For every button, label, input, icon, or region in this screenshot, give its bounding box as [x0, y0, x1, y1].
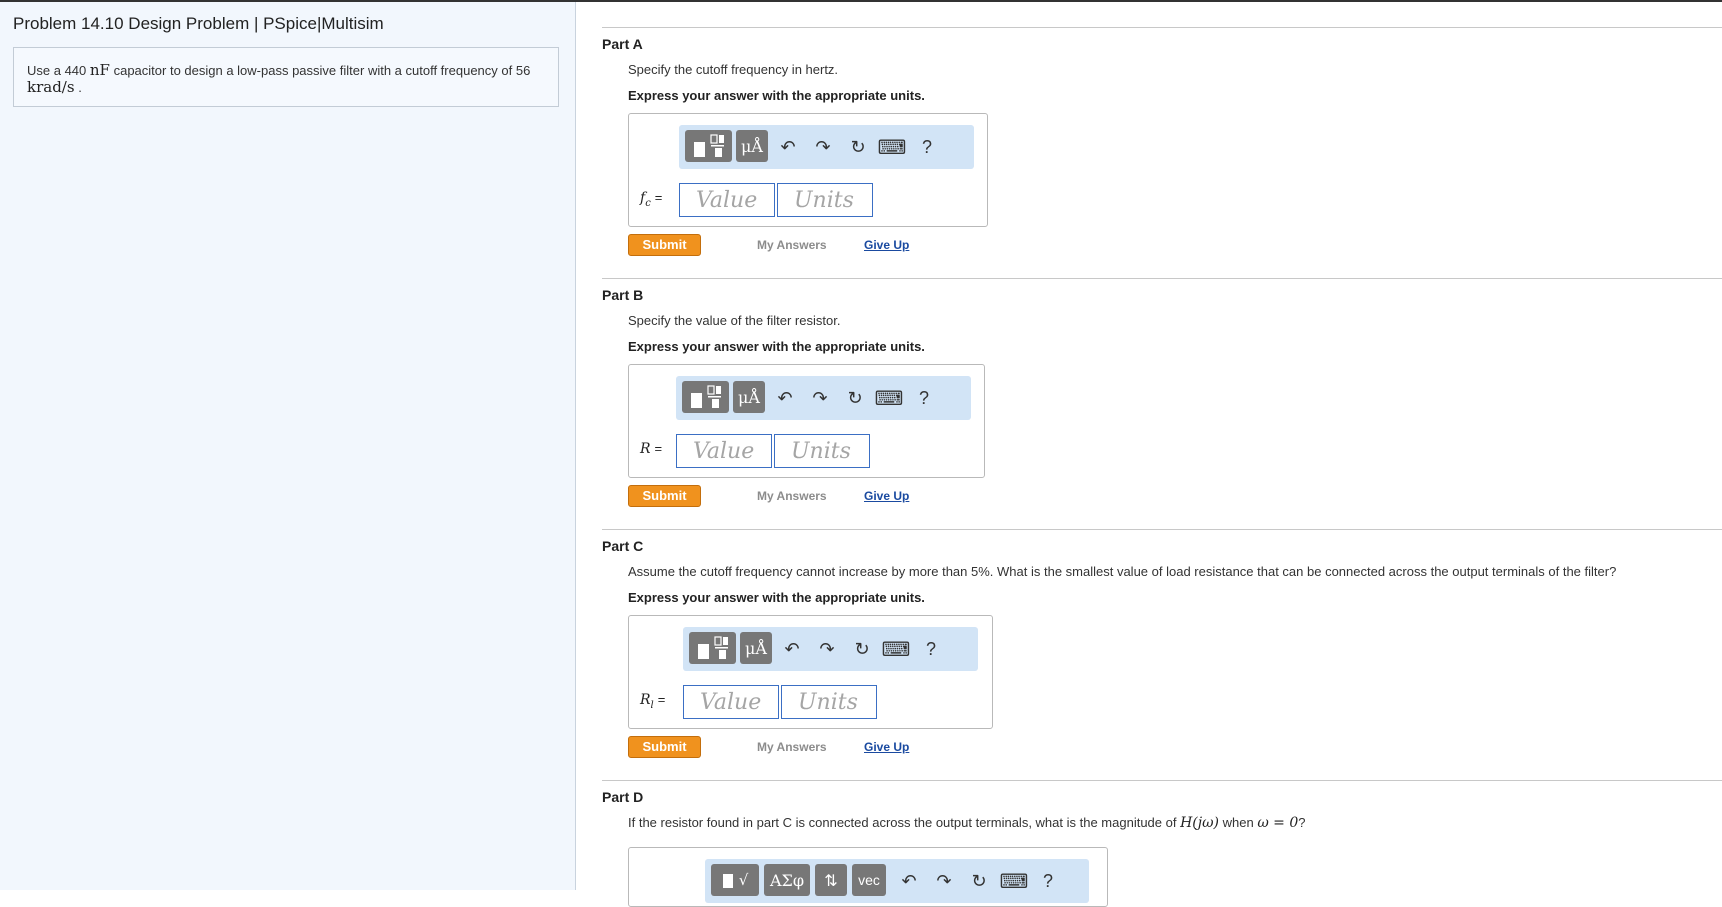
- answer-box: μÅ ↶ ↷ ↻ ⌨ ? R = Value Units: [628, 364, 985, 478]
- templates-button[interactable]: [685, 130, 732, 162]
- templates-icon: [722, 874, 733, 888]
- express-instruction: Express your answer with the appropriate…: [628, 339, 925, 354]
- reset-icon[interactable]: ↻: [842, 385, 868, 411]
- prompt-expression: H(jω): [1180, 815, 1219, 831]
- redo-icon[interactable]: ↷: [931, 868, 957, 894]
- prompt-text: If the resistor found in part C is conne…: [628, 815, 1177, 830]
- undo-icon[interactable]: ↶: [772, 385, 798, 411]
- statement-end: .: [78, 80, 82, 95]
- answer-box: μÅ ↶ ↷ ↻ ⌨ ? Rl = Value Units: [628, 615, 993, 729]
- statement-mid: capacitor to design a low-pass passive f…: [113, 63, 531, 78]
- part-label: Part B: [602, 287, 644, 303]
- part-divider: [602, 529, 1722, 530]
- templates-icon: [693, 134, 724, 157]
- keyboard-icon[interactable]: ⌨: [882, 636, 911, 662]
- answers-pane: Part A Specify the cutoff frequency in h…: [576, 2, 1722, 907]
- problem-title: Problem 14.10 Design Problem | PSpice|Mu…: [13, 14, 384, 33]
- redo-icon[interactable]: ↷: [810, 134, 836, 160]
- help-icon[interactable]: ?: [914, 134, 940, 160]
- undo-icon[interactable]: ↶: [896, 868, 922, 894]
- variable-label: R =: [640, 441, 663, 457]
- variable-symbol: R: [640, 441, 651, 457]
- give-up-link[interactable]: Give Up: [864, 740, 909, 754]
- keyboard-icon[interactable]: ⌨: [878, 134, 907, 160]
- express-instruction: Express your answer with the appropriate…: [628, 88, 925, 103]
- variable-subscript: l: [650, 699, 654, 711]
- math-toolbar: μÅ ↶ ↷ ↻ ⌨ ?: [683, 627, 978, 671]
- part-divider: [602, 278, 1722, 279]
- part-label: Part C: [602, 538, 644, 554]
- my-answers-link[interactable]: My Answers: [757, 489, 827, 503]
- problem-statement: Use a 440 nF capacitor to design a low-p…: [13, 47, 559, 107]
- undo-icon[interactable]: ↶: [779, 636, 805, 662]
- math-toolbar: μÅ ↶ ↷ ↻ ⌨ ?: [676, 376, 971, 420]
- part-prompt: Assume the cutoff frequency cannot incre…: [628, 564, 1617, 579]
- value-input[interactable]: Value: [679, 183, 775, 217]
- keyboard-icon[interactable]: ⌨: [1000, 868, 1029, 894]
- arrows-button[interactable]: ⇅: [815, 864, 847, 896]
- undo-icon[interactable]: ↶: [775, 134, 801, 160]
- reset-icon[interactable]: ↻: [966, 868, 992, 894]
- units-button[interactable]: μÅ: [733, 381, 765, 413]
- units-button[interactable]: μÅ: [736, 130, 768, 162]
- math-toolbar: √ ΑΣφ ⇅ vec ↶ ↷ ↻ ⌨ ?: [705, 859, 1089, 903]
- give-up-link[interactable]: Give Up: [864, 489, 909, 503]
- reset-icon[interactable]: ↻: [845, 134, 871, 160]
- my-answers-link[interactable]: My Answers: [757, 740, 827, 754]
- redo-icon[interactable]: ↷: [807, 385, 833, 411]
- vector-button[interactable]: vec: [852, 864, 886, 896]
- help-icon[interactable]: ?: [918, 636, 944, 662]
- value-input[interactable]: Value: [683, 685, 779, 719]
- variable-symbol: R: [640, 692, 651, 708]
- units-input[interactable]: Units: [777, 183, 873, 217]
- variable-label: Rl =: [640, 692, 666, 711]
- templates-sqrt-button[interactable]: √: [711, 864, 759, 896]
- help-icon[interactable]: ?: [911, 385, 937, 411]
- templates-icon: [697, 636, 728, 659]
- variable-subscript: c: [645, 197, 651, 209]
- part-prompt: Specify the cutoff frequency in hertz.: [628, 62, 839, 77]
- answer-box: √ ΑΣφ ⇅ vec ↶ ↷ ↻ ⌨ ?: [628, 847, 1108, 907]
- value-input[interactable]: Value: [676, 434, 772, 468]
- units-button[interactable]: μÅ: [740, 632, 772, 664]
- statement-unit-nf: nF: [89, 61, 110, 79]
- submit-button[interactable]: Submit: [628, 736, 701, 758]
- reset-icon[interactable]: ↻: [849, 636, 875, 662]
- greek-button[interactable]: ΑΣφ: [764, 864, 810, 896]
- statement-unit-krads: krad/s: [27, 78, 75, 96]
- part-prompt: Specify the value of the filter resistor…: [628, 313, 841, 328]
- prompt-end: ?: [1298, 815, 1306, 830]
- units-input[interactable]: Units: [774, 434, 870, 468]
- part-divider: [602, 780, 1722, 781]
- my-answers-link[interactable]: My Answers: [757, 238, 827, 252]
- part-divider: [602, 27, 1722, 28]
- part-prompt: If the resistor found in part C is conne…: [628, 815, 1306, 831]
- templates-icon: [690, 385, 721, 408]
- units-input[interactable]: Units: [781, 685, 877, 719]
- statement-prefix: Use a 440: [27, 63, 87, 78]
- math-toolbar: μÅ ↶ ↷ ↻ ⌨ ?: [679, 125, 974, 169]
- give-up-link[interactable]: Give Up: [864, 238, 909, 252]
- express-instruction: Express your answer with the appropriate…: [628, 590, 925, 605]
- prompt-condition: ω = 0: [1257, 815, 1299, 831]
- templates-button[interactable]: [689, 632, 736, 664]
- part-label: Part A: [602, 36, 643, 52]
- submit-button[interactable]: Submit: [628, 234, 701, 256]
- templates-button[interactable]: [682, 381, 729, 413]
- prompt-text-mid: when: [1222, 815, 1254, 830]
- submit-button[interactable]: Submit: [628, 485, 701, 507]
- redo-icon[interactable]: ↷: [814, 636, 840, 662]
- problem-pane: Problem 14.10 Design Problem | PSpice|Mu…: [0, 2, 576, 890]
- sqrt-label: √: [738, 871, 749, 889]
- answer-box: μÅ ↶ ↷ ↻ ⌨ ? fc = Value Units: [628, 113, 988, 227]
- variable-label: fc =: [640, 190, 663, 209]
- part-label: Part D: [602, 789, 644, 805]
- keyboard-icon[interactable]: ⌨: [875, 385, 904, 411]
- help-icon[interactable]: ?: [1035, 868, 1061, 894]
